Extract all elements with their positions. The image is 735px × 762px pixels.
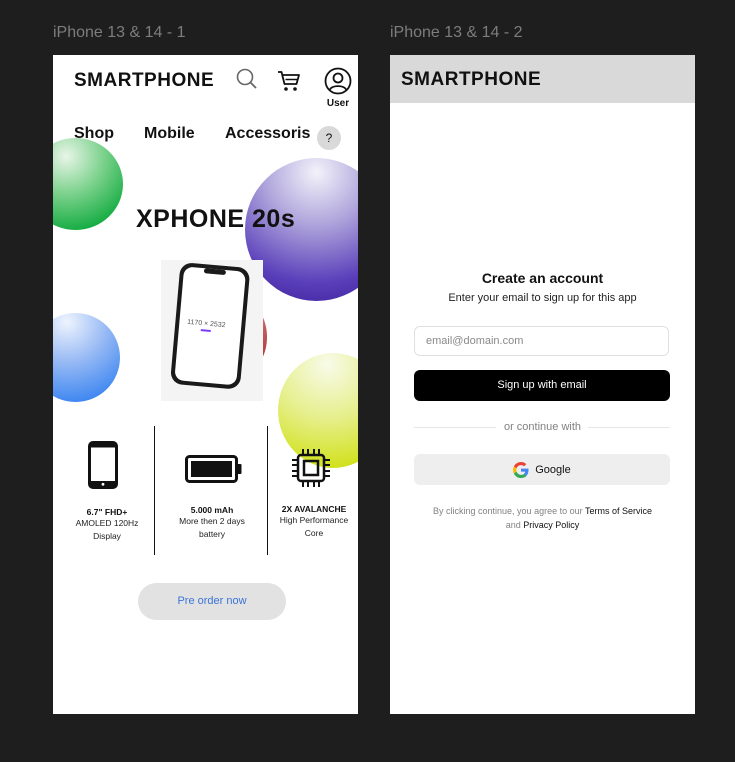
feature-battery-line1: More then 2 days [179, 516, 245, 526]
nav-accessories[interactable]: Accessoris [225, 125, 310, 143]
feature-battery: 5.000 mAh More then 2 days battery [168, 505, 256, 541]
hero-title: XPHONE 20s [136, 205, 296, 233]
nav-shop[interactable]: Shop [74, 125, 114, 143]
green-blob [53, 138, 123, 230]
cart-icon[interactable] [277, 69, 301, 93]
signup-title: Create an account [481, 270, 604, 286]
smartphone-icon [88, 441, 118, 489]
terms-text: By clicking continue, you agree to our T… [410, 504, 675, 532]
brand-logo[interactable]: SMARTPHONE [401, 69, 541, 91]
feature-processor: 2X AVALANCHE High Performance Core [268, 504, 358, 540]
signup-subtitle: Enter your email to sign up for this app [448, 292, 637, 304]
search-icon[interactable] [236, 68, 258, 90]
feature-battery-title: 5.000 mAh [190, 505, 234, 515]
phone-image: 1170 × 2532 [161, 260, 263, 401]
user-button[interactable]: User [323, 67, 353, 109]
screen-signup: SMARTPHONE Create an account Enter your … [390, 55, 695, 714]
signup-email-button[interactable]: Sign up with email [414, 370, 670, 401]
frame-label-2: iPhone 13 & 14 - 2 [390, 24, 523, 41]
feature-battery-line2: battery [199, 529, 225, 539]
terms-and: and [505, 520, 521, 530]
feature-processor-line2: Core [304, 528, 324, 538]
email-field[interactable] [414, 326, 669, 356]
terms-link[interactable]: Terms of Service [585, 506, 652, 516]
terms-prefix: By clicking continue, you agree to our [433, 506, 583, 516]
user-label: User [326, 98, 350, 109]
feature-processor-title: 2X AVALANCHE [281, 504, 347, 514]
feature-display-title: 6.7" FHD+ [86, 507, 128, 517]
brand-logo[interactable]: SMARTPHONE [74, 70, 214, 92]
feature-display-line1: AMOLED 120Hz [75, 518, 139, 528]
battery-icon [185, 455, 242, 483]
frame-label-1: iPhone 13 & 14 - 1 [53, 24, 186, 41]
privacy-link[interactable]: Privacy Policy [523, 520, 579, 530]
chip-icon [292, 449, 330, 487]
help-button[interactable]: ? [317, 126, 341, 150]
user-icon [324, 67, 352, 95]
google-label: Google [535, 463, 571, 476]
divider-line-right [588, 427, 670, 428]
nav-mobile[interactable]: Mobile [144, 125, 195, 143]
feature-display: 6.7" FHD+ AMOLED 120Hz Display [67, 507, 147, 543]
preorder-button[interactable]: Pre order now [138, 583, 286, 620]
google-button[interactable]: Google [414, 454, 670, 485]
screen-home: SMARTPHONE User Shop Mobile Accessoris ?… [53, 55, 358, 714]
feature-divider [154, 426, 155, 555]
feature-display-line2: Display [93, 531, 121, 541]
blue-blob [53, 313, 120, 402]
feature-processor-line1: High Performance [279, 515, 349, 525]
google-icon [513, 461, 529, 478]
